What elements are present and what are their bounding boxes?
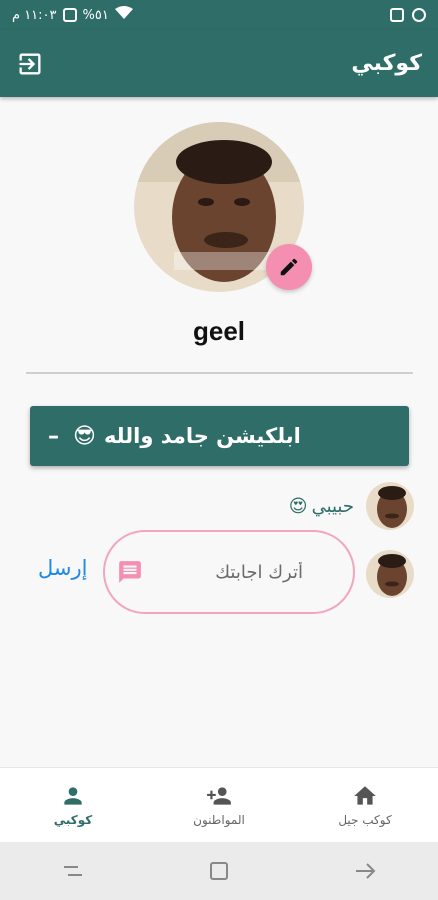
comment-emoji: 😍 <box>288 495 308 517</box>
nav-label-planet-geel: كوكب جيل <box>338 813 392 827</box>
wifi-icon <box>114 6 133 24</box>
profile-avatar-wrap <box>134 122 312 292</box>
post-text: ابلكيشن جامد والله <box>103 424 301 448</box>
bottom-nav: كوكبي المواطنون كوكب جيل <box>0 767 438 842</box>
post-card[interactable]: ابلكيشن جامد والله 😎 – <box>30 406 409 466</box>
edit-avatar-button[interactable] <box>266 244 312 290</box>
battery-icon <box>62 8 77 22</box>
pencil-icon <box>280 258 298 276</box>
reply-input-box[interactable] <box>103 530 355 614</box>
profile-username: geel <box>192 316 246 346</box>
home-button-icon[interactable] <box>207 859 231 883</box>
message-icon <box>119 561 141 583</box>
back-arrow-icon[interactable] <box>353 859 377 883</box>
comment-text: حبيبي <box>311 495 354 517</box>
nav-item-planet-geel[interactable]: كوكب جيل <box>305 783 425 827</box>
nav-label-my-planet: كوكبي <box>53 813 93 827</box>
recent-apps-icon[interactable] <box>61 859 85 883</box>
current-user-avatar <box>366 550 414 598</box>
home-icon <box>354 786 376 805</box>
status-right <box>390 8 426 22</box>
comment-content: حبيبي 😍 <box>289 496 354 517</box>
lock-icon <box>412 8 426 22</box>
send-button[interactable]: إرسل <box>38 556 87 580</box>
reply-row: إرسل <box>0 530 438 616</box>
divider <box>26 372 413 374</box>
commenter-avatar <box>366 482 414 530</box>
app-bar: كوكبي <box>0 30 438 97</box>
battery-percent: %٥١ <box>82 7 109 23</box>
system-nav-bar <box>0 842 438 900</box>
nav-label-citizens: المواطنون <box>193 813 245 827</box>
person-icon <box>64 787 82 805</box>
status-bar: ١١:٠٣ م %٥١ <box>0 0 438 30</box>
collapse-icon[interactable]: – <box>48 424 59 449</box>
comment-row: حبيبي 😍 <box>0 482 438 530</box>
gallery-icon <box>390 8 404 22</box>
reply-input[interactable] <box>143 561 303 583</box>
post-emoji: 😎 <box>73 423 96 449</box>
logout-icon[interactable] <box>16 50 44 78</box>
app-title: كوكبي <box>351 51 422 76</box>
nav-item-my-planet[interactable]: كوكبي <box>13 783 133 827</box>
person-add-icon <box>207 787 231 805</box>
nav-item-citizens[interactable]: المواطنون <box>159 783 279 827</box>
status-time: ١١:٠٣ م <box>12 7 57 23</box>
status-left: ١١:٠٣ م %٥١ <box>12 6 133 24</box>
